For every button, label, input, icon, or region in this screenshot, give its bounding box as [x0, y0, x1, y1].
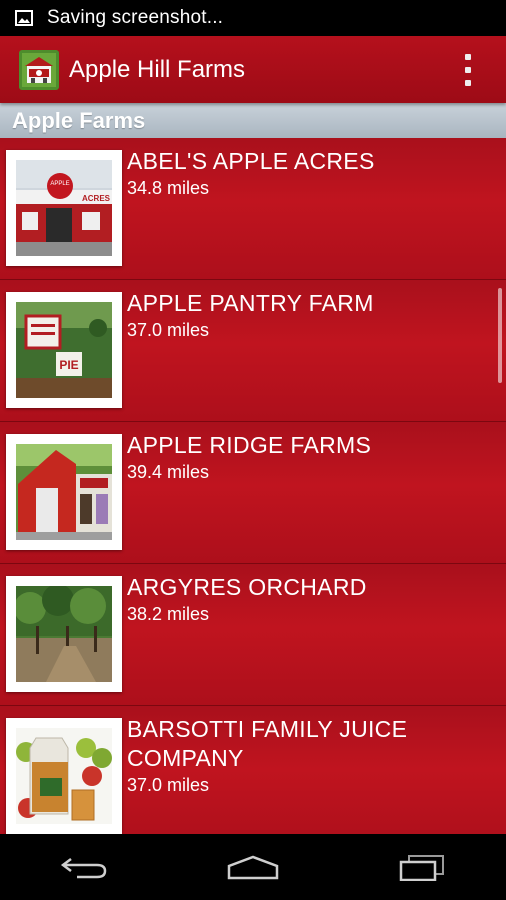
- farm-thumbnail: [6, 576, 122, 692]
- section-header: Apple Farms: [0, 103, 506, 138]
- apple-pantry-farm-photo: PIE: [16, 302, 112, 398]
- status-bar: Saving screenshot...: [0, 0, 506, 36]
- sign-text: APPLE: [50, 181, 69, 187]
- sign-text: PIE: [59, 358, 78, 372]
- farm-distance: 37.0 miles: [127, 775, 210, 795]
- screen: Saving screenshot... Apple Hill Farms Ap…: [0, 0, 506, 900]
- status-notification-text: Saving screenshot...: [47, 7, 224, 28]
- farm-distance: 39.4 miles: [127, 462, 210, 482]
- section-title: Apple Farms: [12, 107, 146, 133]
- home-icon: [227, 855, 279, 880]
- farm-distance: 34.8 miles: [127, 178, 210, 198]
- action-bar: Apple Hill Farms: [0, 36, 506, 103]
- overflow-dot: [465, 54, 471, 60]
- farm-thumbnail: [6, 434, 122, 550]
- farm-distance: 37.0 miles: [127, 320, 210, 340]
- overflow-menu-icon[interactable]: [458, 54, 478, 86]
- farm-list-item[interactable]: APPLE RIDGE FARMS 39.4 miles: [0, 422, 506, 564]
- back-icon: [61, 858, 107, 879]
- barsotti-juice-photo: [16, 728, 112, 824]
- farm-name: ABEL'S APPLE ACRES: [127, 148, 375, 174]
- overflow-dot: [465, 80, 471, 86]
- abels-apple-acres-photo: APPLE ACRES: [16, 160, 112, 256]
- sign-text-2: ACRES: [82, 194, 111, 203]
- back-button[interactable]: [49, 847, 119, 887]
- farm-list-item[interactable]: ARGYRES ORCHARD 38.2 miles: [0, 564, 506, 706]
- farm-list[interactable]: APPLE ACRES ABEL'S APPLE ACRES 34.8 mile…: [0, 138, 506, 834]
- farm-list-item[interactable]: BARSOTTI FAMILY JUICE COMPANY 37.0 miles: [0, 706, 506, 834]
- image-icon: [15, 10, 33, 26]
- farm-list-item[interactable]: PIE APPLE PANTRY FARM 37.0 miles: [0, 280, 506, 422]
- argyres-orchard-photo: [16, 586, 112, 682]
- app-title: Apple Hill Farms: [69, 55, 246, 83]
- recents-icon: [399, 855, 444, 881]
- app-logo-icon[interactable]: [19, 49, 59, 90]
- farm-distance: 38.2 miles: [127, 604, 210, 624]
- home-button[interactable]: [218, 847, 288, 887]
- farm-name: APPLE RIDGE FARMS: [127, 432, 372, 458]
- recents-button[interactable]: [387, 847, 457, 887]
- farm-thumbnail: APPLE ACRES: [6, 150, 122, 266]
- farm-thumbnail: PIE: [6, 292, 122, 408]
- navigation-bar: [0, 834, 506, 900]
- farm-name: ARGYRES ORCHARD: [127, 574, 367, 600]
- overflow-dot: [465, 67, 471, 73]
- list-scrollbar[interactable]: [498, 288, 502, 383]
- farm-name: BARSOTTI FAMILY JUICE COMPANY: [127, 716, 408, 771]
- apple-ridge-farms-photo: [16, 444, 112, 540]
- farm-thumbnail: [6, 718, 122, 834]
- farm-list-item[interactable]: APPLE ACRES ABEL'S APPLE ACRES 34.8 mile…: [0, 138, 506, 280]
- farm-name: APPLE PANTRY FARM: [127, 290, 374, 316]
